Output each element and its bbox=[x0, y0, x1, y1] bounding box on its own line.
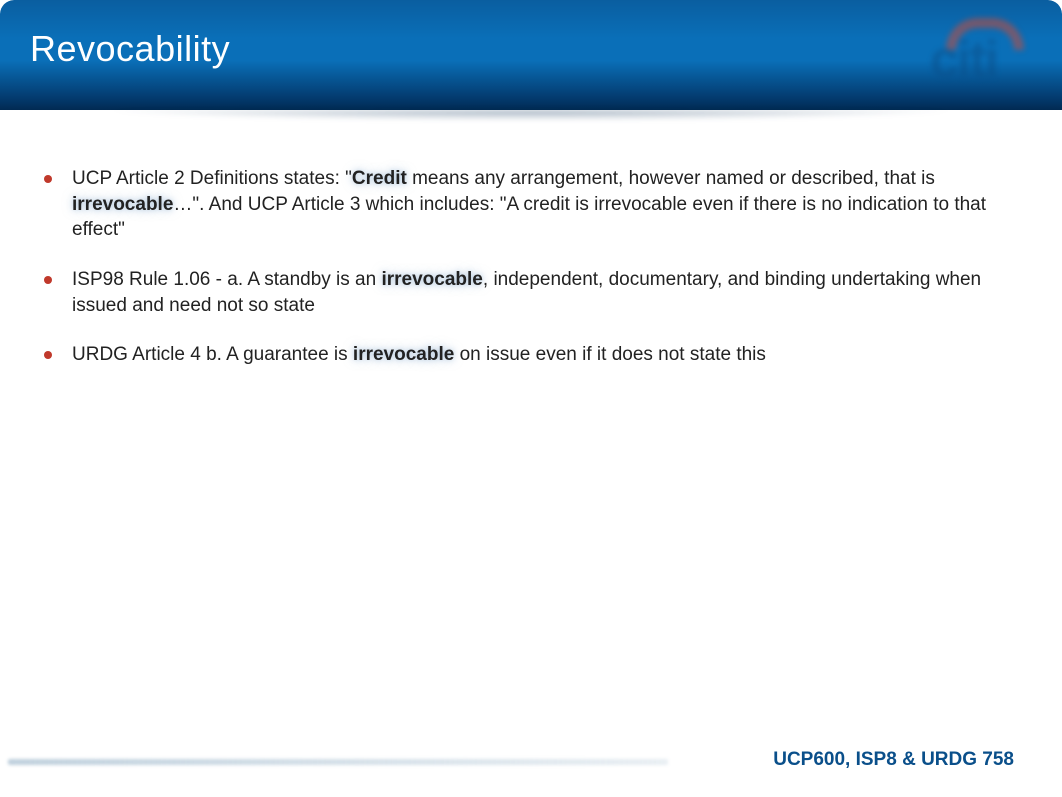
logo-text: citi bbox=[930, 30, 997, 90]
bold-term: irrevocable bbox=[381, 269, 482, 290]
brand-logo: citi bbox=[930, 18, 1040, 90]
list-item: URDG Article 4 b. A guarantee is irrevoc… bbox=[44, 342, 1022, 368]
text-segment: UCP Article 2 Definitions states: " bbox=[72, 168, 352, 189]
slide-footer: UCP600, ISP8 & URDG 758 bbox=[0, 741, 1062, 785]
text-segment: …". And UCP Article 3 which includes: "A… bbox=[72, 194, 986, 241]
slide-title: Revocability bbox=[30, 28, 1032, 70]
list-item: ISP98 Rule 1.06 - a. A standby is an irr… bbox=[44, 267, 1022, 318]
text-segment: URDG Article 4 b. A guarantee is bbox=[72, 344, 353, 365]
header-shadow bbox=[0, 110, 1062, 138]
bold-term: irrevocable bbox=[353, 344, 454, 365]
text-segment: means any arrangement, however named or … bbox=[407, 168, 935, 189]
bold-term: irrevocable bbox=[72, 194, 173, 215]
bold-term: Credit bbox=[352, 168, 407, 189]
text-segment: ISP98 Rule 1.06 - a. A standby is an bbox=[72, 269, 381, 290]
footer-label: UCP600, ISP8 & URDG 758 bbox=[773, 749, 1014, 771]
list-item: UCP Article 2 Definitions states: "Credi… bbox=[44, 166, 1022, 243]
text-segment: on issue even if it does not state this bbox=[454, 344, 766, 365]
footer-divider bbox=[8, 759, 668, 765]
slide-header: Revocability citi bbox=[0, 0, 1062, 110]
slide-content: UCP Article 2 Definitions states: "Credi… bbox=[0, 138, 1062, 368]
slide: Revocability citi UCP Article 2 Definiti… bbox=[0, 0, 1062, 797]
bullet-list: UCP Article 2 Definitions states: "Credi… bbox=[44, 166, 1022, 368]
